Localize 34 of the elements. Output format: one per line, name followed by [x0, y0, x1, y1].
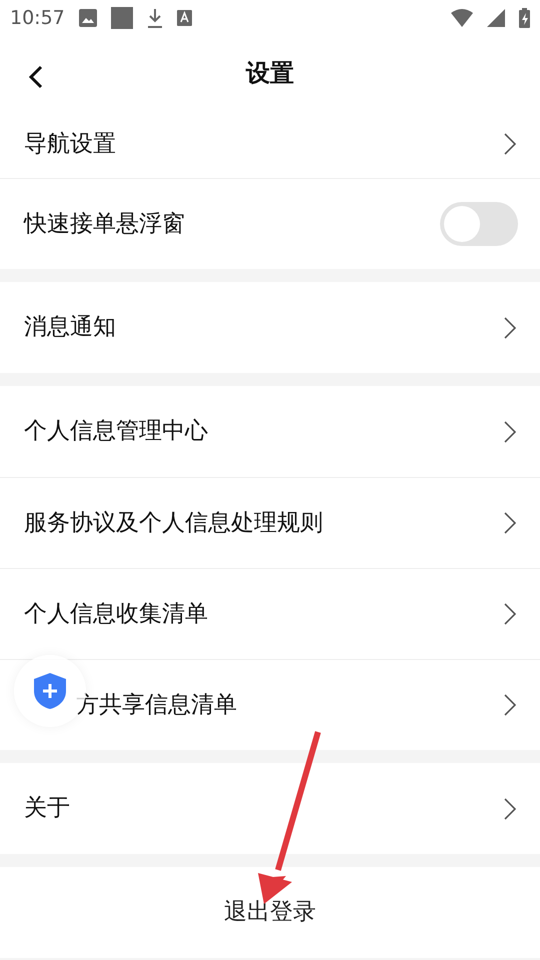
- logout-button[interactable]: 退出登录: [0, 867, 540, 958]
- wifi-icon: [451, 9, 473, 27]
- toggle-switch[interactable]: [440, 202, 518, 246]
- row-label: 关于: [24, 794, 70, 824]
- chevron-right-icon: [504, 133, 516, 155]
- shield-plus-icon: [34, 673, 66, 709]
- chevron-right-icon: [504, 512, 516, 534]
- settings-row[interactable]: 个人信息管理中心: [0, 386, 540, 477]
- settings-row[interactable]: 快速接单悬浮窗: [0, 178, 540, 269]
- image-icon: [78, 9, 97, 27]
- row-label: 个人信息管理中心: [24, 417, 208, 446]
- square-icon: [110, 7, 133, 29]
- settings-row[interactable]: 关于: [0, 763, 540, 854]
- row-label: 方共享信息清单: [76, 690, 237, 720]
- row-label: 消息通知: [24, 313, 116, 342]
- chevron-right-icon: [504, 694, 516, 716]
- status-time: 10:57: [10, 6, 65, 31]
- settings-row[interactable]: 服务协议及个人信息处理规则: [0, 477, 540, 568]
- chevron-right-icon: [504, 420, 516, 442]
- download-icon: [146, 8, 163, 28]
- row-label: 个人信息收集清单: [24, 600, 208, 629]
- battery-icon: [519, 8, 530, 28]
- row-label: 服务协议及个人信息处理规则: [24, 508, 323, 538]
- row-label: 快速接单悬浮窗: [24, 210, 185, 239]
- settings-row[interactable]: 导航设置: [0, 110, 540, 178]
- chevron-right-icon: [504, 798, 516, 820]
- text-icon: [176, 10, 192, 26]
- back-icon[interactable]: [27, 65, 43, 89]
- signal-icon: [487, 9, 505, 27]
- page-title: 设置: [246, 58, 294, 89]
- chevron-right-icon: [504, 603, 516, 625]
- row-label: 导航设置: [24, 130, 116, 159]
- settings-row[interactable]: 消息通知: [0, 282, 540, 373]
- chevron-right-icon: [504, 316, 516, 338]
